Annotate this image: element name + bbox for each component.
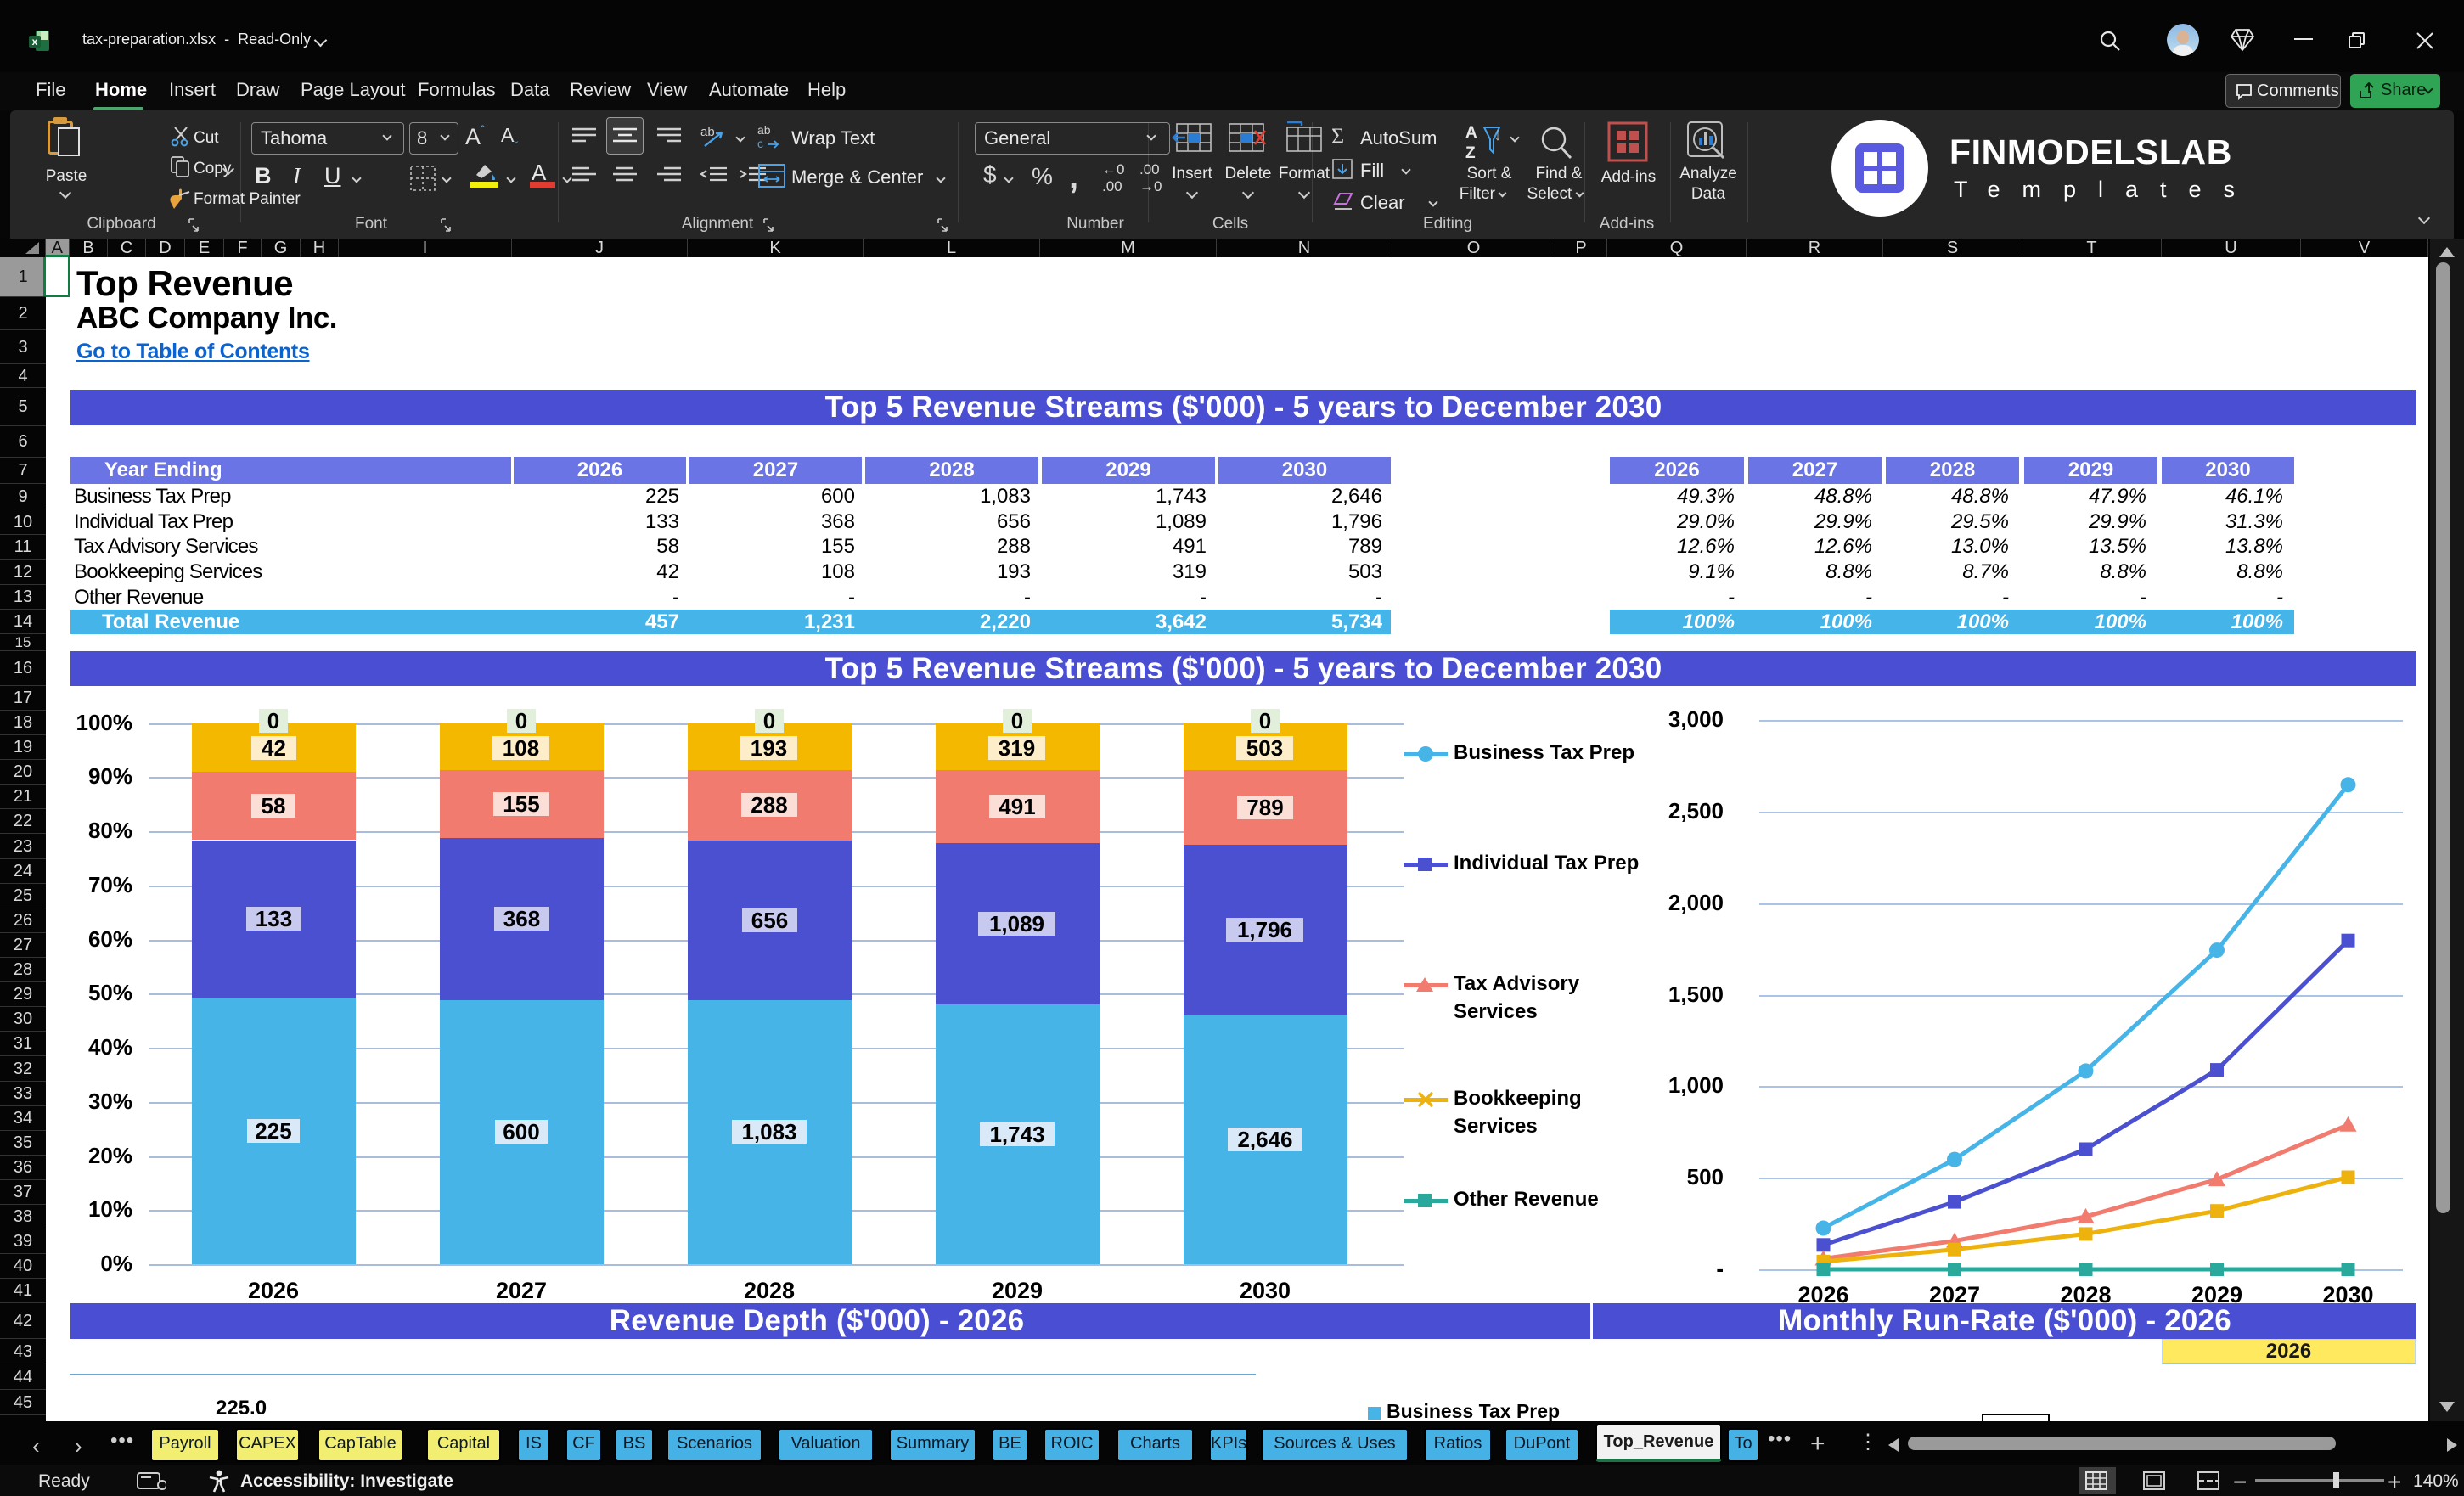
svg-text:Z: Z: [1465, 144, 1476, 162]
svg-text:c: c: [757, 137, 763, 150]
svg-text:ab: ab: [757, 123, 771, 137]
svg-text:ab: ab: [700, 125, 715, 139]
svg-text:A: A: [1465, 124, 1477, 142]
